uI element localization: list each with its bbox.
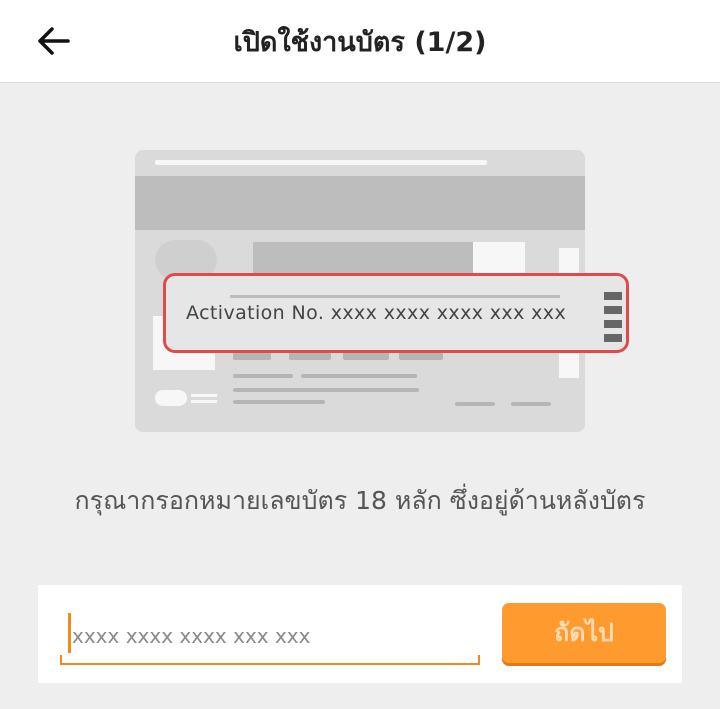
activation-number-highlight: Activation No. xxxx xxxx xxxx xxx xxx xyxy=(163,273,629,353)
barcode-marks xyxy=(604,292,622,348)
activation-number-input[interactable] xyxy=(70,615,474,657)
back-button[interactable] xyxy=(30,21,76,61)
instruction-text: กรุณากรอกหมายเลขบัตร 18 หลัก ซึ่งอยู่ด้า… xyxy=(74,486,646,515)
activation-form: ถัดไป xyxy=(38,585,682,683)
page-title: เปิดใช้งานบัตร (1/2) xyxy=(233,26,487,58)
app-header: เปิดใช้งานบัตร (1/2) xyxy=(0,0,720,83)
activation-number-sample: Activation No. xxxx xxxx xxxx xxx xxx xyxy=(186,302,567,324)
activation-number-field[interactable] xyxy=(60,611,480,665)
arrow-left-icon xyxy=(38,27,70,55)
next-button[interactable]: ถัดไป xyxy=(502,603,666,663)
card-line xyxy=(230,295,560,298)
